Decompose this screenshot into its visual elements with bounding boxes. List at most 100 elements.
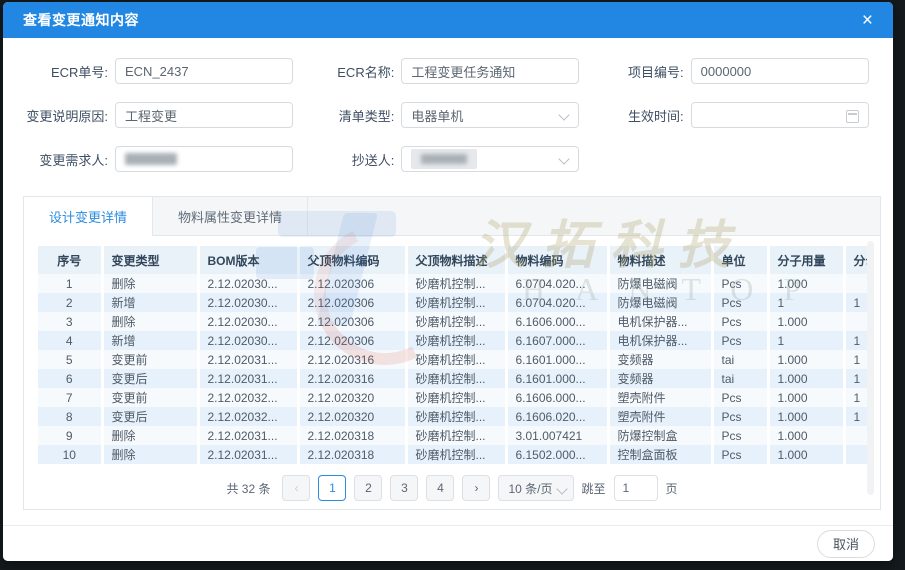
table-row[interactable]: 4新增2.12.02030...2.12.020306砂磨机控制...6.160… — [38, 331, 874, 350]
list-type-select[interactable]: 电器单机 — [401, 102, 579, 128]
table-cell: 1.000 — [768, 350, 844, 369]
table-header-cell[interactable]: 变更类型 — [102, 246, 198, 274]
table-cell: 防爆电磁阀 — [608, 274, 712, 293]
page-button-2[interactable]: 2 — [354, 475, 382, 501]
cc-person-tag — [411, 149, 477, 169]
table-cell: 2.12.020306 — [298, 312, 406, 331]
table-cell: 2.12.02031... — [198, 426, 298, 445]
table-cell: 1 — [38, 274, 102, 293]
page-button-4[interactable]: 4 — [426, 475, 454, 501]
table-cell: 6.1601.000... — [506, 369, 608, 388]
table-cell: 2.12.020316 — [298, 350, 406, 369]
table-header-cell[interactable]: 物料编码 — [506, 246, 608, 274]
table-cell: 9 — [38, 426, 102, 445]
ecr-name-value: 工程变更任务通知 — [411, 62, 515, 81]
table-cell: 6.1606.020... — [506, 407, 608, 426]
page-button-1[interactable]: 1 — [318, 475, 346, 501]
table-cell: 砂磨机控制... — [406, 312, 506, 331]
table-cell: 6.0704.020... — [506, 293, 608, 312]
tab-design-change-detail[interactable]: 设计变更详情 — [24, 197, 153, 236]
table-cell: 变频器 — [608, 369, 712, 388]
change-reason-value: 工程变更 — [125, 106, 177, 125]
chevron-down-icon — [556, 483, 567, 494]
table-cell: 6.1601.000... — [506, 350, 608, 369]
table-cell: 1.000 — [768, 388, 844, 407]
tab-material-attribute-change-detail[interactable]: 物料属性变更详情 — [153, 197, 308, 235]
table-row[interactable]: 10删除2.12.02031...2.12.020318砂磨机控制...6.15… — [38, 445, 874, 464]
change-reason-label: 变更说明原因: — [23, 106, 115, 125]
tab-label: 物料属性变更详情 — [178, 207, 282, 226]
table-row[interactable]: 7变更前2.12.02032...2.12.020320砂磨机控制...6.16… — [38, 388, 874, 407]
table-row[interactable]: 8变更后2.12.02032...2.12.020320砂磨机控制...6.16… — [38, 407, 874, 426]
table-cell: 6 — [38, 369, 102, 388]
jump-suffix-label: 页 — [666, 480, 678, 497]
next-page-button[interactable]: › — [462, 475, 490, 501]
table-header-cell[interactable]: 父顶物料描述 — [406, 246, 506, 274]
page-size-select[interactable]: 10 条/页 — [498, 475, 573, 501]
redacted-value — [125, 153, 177, 165]
ecr-number-value: ECN_2437 — [125, 64, 189, 79]
page-size-value: 10 条/页 — [508, 480, 552, 497]
jump-page-input[interactable]: 1 — [614, 475, 658, 501]
table-cell: Pcs — [712, 407, 768, 426]
table-cell: 砂磨机控制... — [406, 369, 506, 388]
ecr-number-input[interactable]: ECN_2437 — [115, 58, 293, 84]
calendar-icon — [846, 110, 859, 123]
table-cell: 删除 — [102, 426, 198, 445]
table-cell: 砂磨机控制... — [406, 426, 506, 445]
table-row[interactable]: 3删除2.12.02030...2.12.020306砂磨机控制...6.160… — [38, 312, 874, 331]
table-cell: Pcs — [712, 293, 768, 312]
change-reason-input[interactable]: 工程变更 — [115, 102, 293, 128]
table-cell: 砂磨机控制... — [406, 445, 506, 464]
table-row[interactable]: 5变更前2.12.02031...2.12.020316砂磨机控制...6.16… — [38, 350, 874, 369]
jump-page-value: 1 — [623, 481, 630, 495]
table-cell: 砂磨机控制... — [406, 274, 506, 293]
table-cell: 2.12.02030... — [198, 293, 298, 312]
table-cell: Pcs — [712, 331, 768, 350]
table-cell: 2.12.020318 — [298, 426, 406, 445]
table-cell: 删除 — [102, 274, 198, 293]
table-row[interactable]: 6变更后2.12.02031...2.12.020316砂磨机控制...6.16… — [38, 369, 874, 388]
table-body: 1删除2.12.02030...2.12.020306砂磨机控制...6.070… — [38, 274, 874, 464]
table-cell: 防爆电磁阀 — [608, 293, 712, 312]
table-cell: 7 — [38, 388, 102, 407]
project-number-value: 0000000 — [701, 64, 752, 79]
table-cell: Pcs — [712, 388, 768, 407]
table-cell: 1.000 — [768, 407, 844, 426]
table-row[interactable]: 9删除2.12.02031...2.12.020318砂磨机控制...3.01.… — [38, 426, 874, 445]
table-cell: 砂磨机控制... — [406, 293, 506, 312]
table-cell: 2.12.020306 — [298, 331, 406, 350]
table-header-cell[interactable]: 单位 — [712, 246, 768, 274]
page-button-3[interactable]: 3 — [390, 475, 418, 501]
tab-bar: 设计变更详情 物料属性变更详情 — [24, 197, 880, 236]
table-cell: 2.12.020320 — [298, 388, 406, 407]
table-cell: 6.0704.020... — [506, 274, 608, 293]
cc-person-label: 抄送人: — [306, 150, 401, 169]
table-cell: 5 — [38, 350, 102, 369]
table-cell: 2.12.02030... — [198, 312, 298, 331]
table-row[interactable]: 1删除2.12.02030...2.12.020306砂磨机控制...6.070… — [38, 274, 874, 293]
table-header-cell[interactable]: 序号 — [38, 246, 102, 274]
close-icon[interactable]: × — [862, 11, 873, 30]
table-header-cell[interactable]: BOM版本 — [198, 246, 298, 274]
cancel-button[interactable]: 取消 — [817, 530, 875, 558]
table-header-cell[interactable]: 物料描述 — [608, 246, 712, 274]
table-cell: 1 — [768, 293, 844, 312]
table-cell: 2.12.02031... — [198, 445, 298, 464]
table-header-cell[interactable]: 分子用量 — [768, 246, 844, 274]
table-row[interactable]: 2新增2.12.02030...2.12.020306砂磨机控制...6.070… — [38, 293, 874, 312]
table-cell: 砂磨机控制... — [406, 350, 506, 369]
project-number-input[interactable]: 0000000 — [691, 58, 869, 84]
table-cell: 6.1606.000... — [506, 312, 608, 331]
table-cell: 1.000 — [768, 312, 844, 331]
change-detail-card: 设计变更详情 物料属性变更详情 序号变更类型BOM版本父顶物料编码父顶物料描述物… — [23, 196, 881, 510]
table-header-cell[interactable]: 父顶物料编码 — [298, 246, 406, 274]
prev-page-button[interactable]: ‹ — [282, 475, 310, 501]
table-cell: 6.1607.000... — [506, 331, 608, 350]
effective-date-input[interactable] — [691, 102, 869, 128]
change-requester-input[interactable] — [115, 146, 293, 172]
table-cell: Pcs — [712, 312, 768, 331]
cc-person-select[interactable] — [401, 146, 579, 172]
vertical-scrollbar[interactable] — [867, 241, 874, 495]
ecr-name-input[interactable]: 工程变更任务通知 — [401, 58, 579, 84]
